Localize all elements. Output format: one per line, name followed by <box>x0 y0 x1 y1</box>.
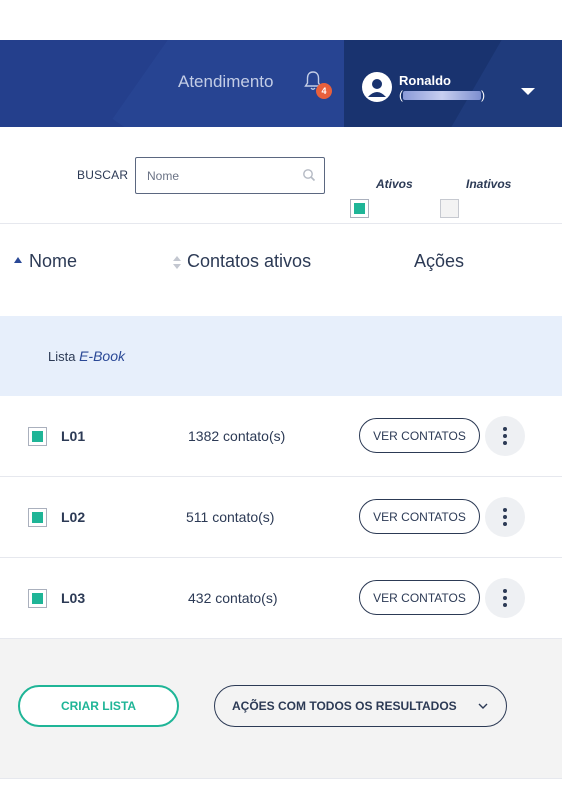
ver-contatos-button[interactable]: VER CONTATOS <box>359 499 480 534</box>
row-checkbox[interactable] <box>28 589 47 608</box>
inactive-filter-label: Inativos <box>466 177 512 191</box>
user-sub: () <box>399 88 485 102</box>
user-avatar-icon <box>362 72 392 102</box>
app-header: Atendimento 4 Ronaldo () <box>0 40 562 127</box>
search-input[interactable] <box>136 158 286 193</box>
more-options-icon[interactable] <box>485 578 525 618</box>
row-count: 432 contato(s) <box>188 590 278 606</box>
row-checkbox[interactable] <box>28 427 47 446</box>
filter-bar: BUSCAR Ativos Inativos <box>0 127 562 224</box>
top-strip <box>0 0 562 40</box>
column-header-nome[interactable]: Nome <box>29 251 77 272</box>
user-menu[interactable]: Ronaldo () <box>344 40 562 127</box>
ver-contatos-button[interactable]: VER CONTATOS <box>359 418 480 453</box>
bulk-actions-label: AÇÕES COM TODOS OS RESULTADOS <box>232 699 457 713</box>
list-group-header: Lista E-Book <box>0 316 562 396</box>
row-count: 1382 contato(s) <box>188 428 286 444</box>
row-checkbox[interactable] <box>28 508 47 527</box>
header-nav: Atendimento 4 <box>0 40 344 127</box>
row-count: 511 contato(s) <box>186 509 275 525</box>
active-filter-label: Ativos <box>376 177 413 191</box>
atendimento-link[interactable]: Atendimento <box>178 72 273 92</box>
column-header-acoes: Ações <box>414 251 465 271</box>
search-box[interactable] <box>135 157 325 194</box>
user-menu-chevron-down-icon[interactable] <box>521 88 535 95</box>
ver-contatos-button[interactable]: VER CONTATOS <box>359 580 480 615</box>
notification-badge: 4 <box>316 83 332 99</box>
search-label: BUSCAR <box>77 168 129 182</box>
row-name[interactable]: L02 <box>61 509 85 525</box>
search-icon[interactable] <box>302 168 316 182</box>
row-name[interactable]: L03 <box>61 590 85 606</box>
column-header-contatos[interactable]: Contatos ativos <box>187 251 311 272</box>
bulk-actions-dropdown[interactable]: AÇÕES COM TODOS OS RESULTADOS <box>214 685 507 727</box>
active-filter-checkbox[interactable] <box>350 199 369 218</box>
notifications-button[interactable]: 4 <box>304 70 332 99</box>
more-options-icon[interactable] <box>485 497 525 537</box>
footer-actions: CRIAR LISTA AÇÕES COM TODOS OS RESULTADO… <box>0 639 562 779</box>
create-list-button[interactable]: CRIAR LISTA <box>18 685 179 727</box>
table-row: L03 432 contato(s) VER CONTATOS <box>0 558 562 639</box>
sort-asc-icon[interactable] <box>14 257 22 263</box>
user-name: Ronaldo <box>399 73 451 88</box>
chevron-down-icon <box>478 703 488 709</box>
inactive-filter-checkbox[interactable] <box>440 199 459 218</box>
more-options-icon[interactable] <box>485 416 525 456</box>
group-label: Lista E-Book <box>48 348 126 364</box>
sort-icon[interactable] <box>173 256 181 270</box>
table-row: L01 1382 contato(s) VER CONTATOS <box>0 396 562 477</box>
table-row: L02 511 contato(s) VER CONTATOS <box>0 477 562 558</box>
row-name[interactable]: L01 <box>61 428 85 444</box>
table-header: Nome Contatos ativos Ações <box>0 224 562 316</box>
